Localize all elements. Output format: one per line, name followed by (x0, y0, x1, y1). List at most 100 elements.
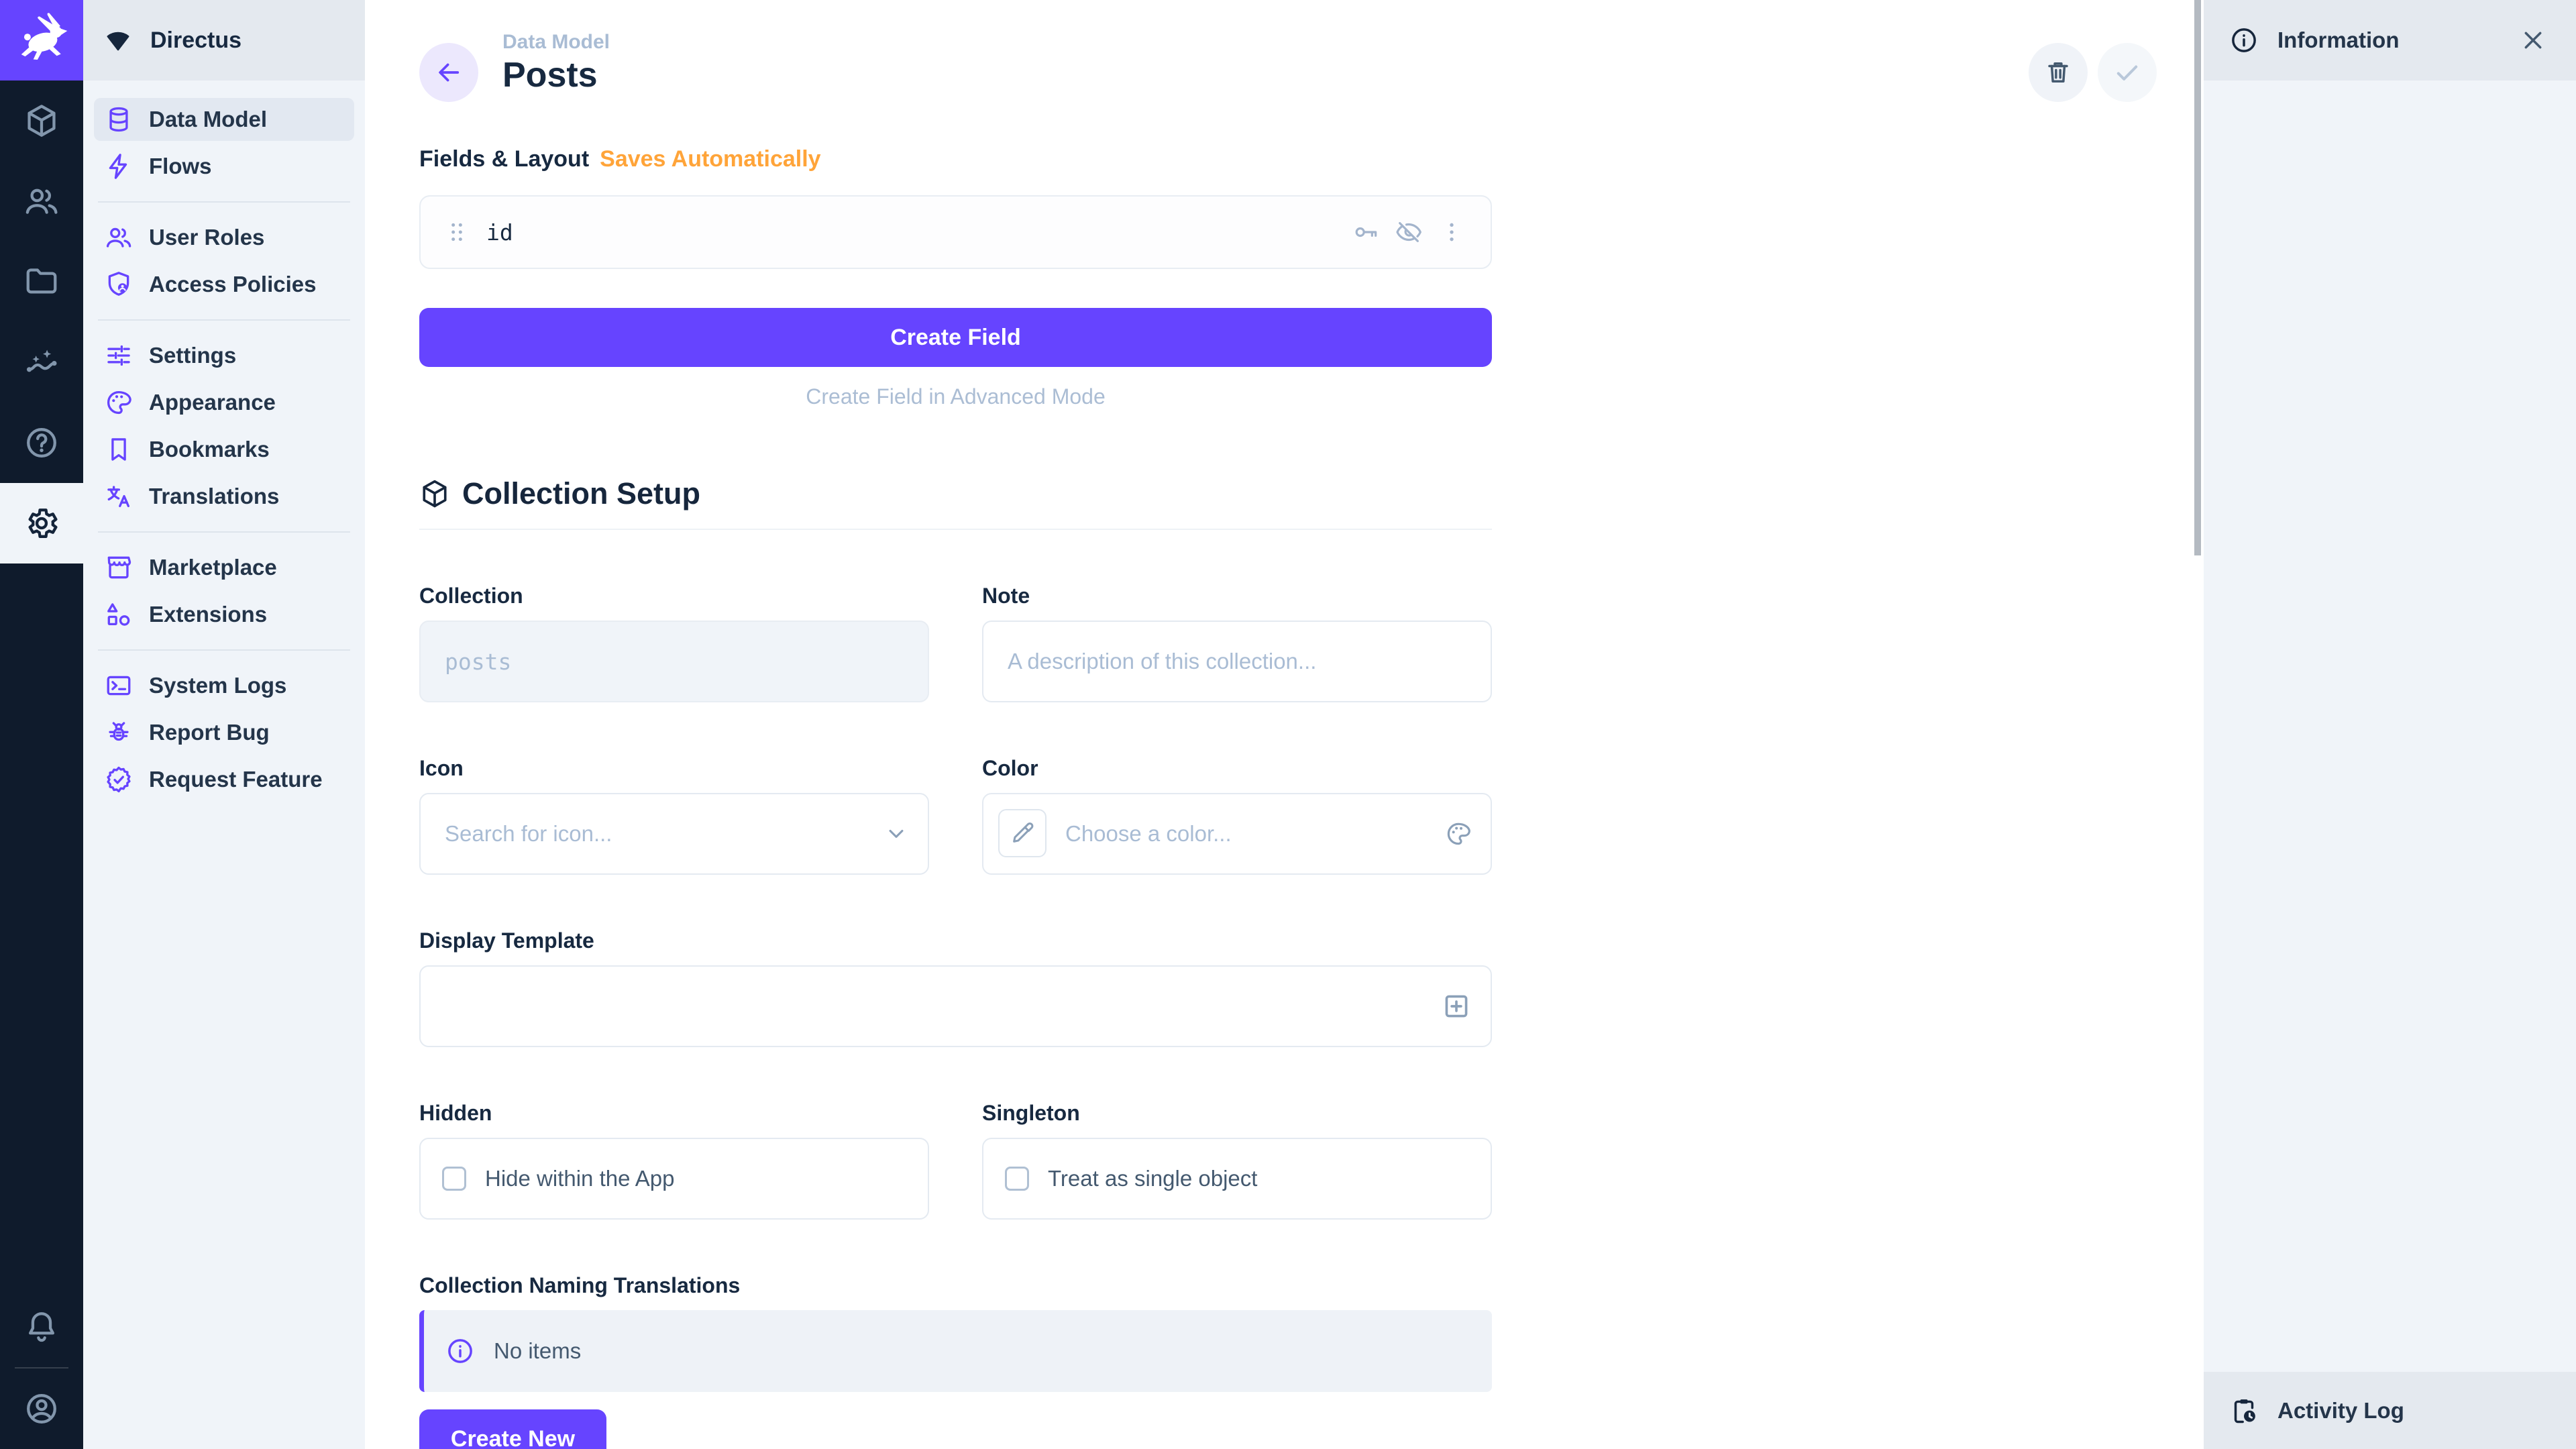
title-block: Data Model Posts (502, 31, 610, 102)
hidden-checkbox-row[interactable]: Hide within the App (419, 1138, 929, 1220)
info-icon (2229, 25, 2259, 55)
header-actions (2029, 43, 2157, 102)
hidden-checkbox[interactable] (442, 1167, 466, 1191)
project-fan-icon (103, 25, 133, 55)
help-icon (23, 425, 60, 461)
naming-translations-label: Collection Naming Translations (419, 1273, 1492, 1298)
sidebar-item-appearance[interactable]: Appearance (94, 381, 354, 424)
bolt-icon (105, 152, 133, 180)
fields-layout-label: Fields & Layout (419, 146, 589, 172)
module-bar-spacer (0, 564, 83, 1287)
hidden-label: Hidden (419, 1101, 929, 1126)
module-content[interactable] (0, 80, 83, 161)
sidebar-item-report-bug[interactable]: Report Bug (94, 711, 354, 754)
field-row-id[interactable]: id (419, 195, 1492, 269)
activity-log-bar[interactable]: Activity Log (2204, 1372, 2576, 1449)
singleton-label: Singleton (982, 1101, 1492, 1126)
color-swatch-button[interactable] (998, 809, 1046, 857)
palette-icon[interactable] (1445, 820, 1472, 847)
color-label: Color (982, 756, 1492, 781)
users-icon (105, 223, 133, 252)
display-template-input[interactable] (419, 965, 1492, 1047)
sidebar-item-label: Marketplace (149, 555, 277, 580)
collection-label: Collection (419, 584, 929, 608)
module-insights[interactable] (0, 322, 83, 402)
chevron-down-icon[interactable] (883, 821, 909, 847)
color-field-group: Color (982, 756, 1492, 875)
icon-select-input[interactable] (419, 793, 929, 875)
advanced-mode-link[interactable]: Create Field in Advanced Mode (419, 384, 1492, 409)
directus-logo[interactable] (0, 0, 83, 80)
module-user-directory[interactable] (0, 161, 83, 241)
settings-sidebar: Directus Data Model Flows User Roles Acc… (83, 0, 365, 1449)
module-settings[interactable] (0, 483, 83, 564)
sidebar-item-flows[interactable]: Flows (94, 145, 354, 188)
singleton-checkbox[interactable] (1005, 1167, 1029, 1191)
sidebar-item-system-logs[interactable]: System Logs (94, 664, 354, 707)
module-account[interactable] (0, 1368, 83, 1449)
module-file-library[interactable] (0, 241, 83, 322)
note-field-group: Note (982, 584, 1492, 702)
create-field-button[interactable]: Create Field (419, 308, 1492, 367)
sidebar-item-settings[interactable]: Settings (94, 334, 354, 377)
sidebar-divider (98, 319, 350, 321)
sidebar-item-label: Settings (149, 343, 236, 368)
collection-input (419, 621, 929, 702)
module-notifications[interactable] (0, 1287, 83, 1367)
sidebar-item-translations[interactable]: Translations (94, 475, 354, 518)
insights-icon (23, 344, 60, 380)
eye-off-icon (1395, 219, 1422, 246)
sidebar-divider (98, 649, 350, 651)
sidebar-item-request-feature[interactable]: Request Feature (94, 758, 354, 801)
sidebar-item-label: System Logs (149, 673, 286, 698)
fields-layout-heading: Fields & LayoutSaves Automatically (419, 146, 1492, 172)
sidebar-item-marketplace[interactable]: Marketplace (94, 546, 354, 589)
sidebar-item-label: Bookmarks (149, 437, 270, 462)
no-items-text: No items (494, 1338, 581, 1364)
delete-collection-button[interactable] (2029, 43, 2088, 102)
project-header[interactable]: Directus (83, 0, 365, 80)
sidebar-item-data-model[interactable]: Data Model (94, 98, 354, 141)
main-scrollbar[interactable] (2194, 0, 2201, 555)
module-help[interactable] (0, 402, 83, 483)
drag-handle-icon[interactable] (443, 219, 470, 246)
check-icon (2112, 58, 2142, 87)
directus-app: Directus Data Model Flows User Roles Acc… (0, 0, 2576, 1449)
box-icon (23, 103, 60, 139)
color-input[interactable] (982, 793, 1492, 875)
breadcrumb: Data Model (502, 31, 610, 54)
sidebar-item-label: Data Model (149, 107, 267, 132)
note-label: Note (982, 584, 1492, 608)
folder-icon (23, 264, 60, 300)
sidebar-item-label: User Roles (149, 225, 264, 250)
account-circle-icon (23, 1391, 60, 1427)
sidebar-item-access-policies[interactable]: Access Policies (94, 263, 354, 306)
information-title: Information (2277, 28, 2399, 53)
sidebar-item-label: Access Policies (149, 272, 317, 297)
right-panel: Information Activity Log (2204, 0, 2576, 1449)
bookmark-icon (105, 435, 133, 464)
sidebar-item-user-roles[interactable]: User Roles (94, 216, 354, 259)
tune-icon (105, 341, 133, 370)
activity-log-label: Activity Log (2277, 1398, 2404, 1424)
create-new-button[interactable]: Create New (419, 1409, 606, 1449)
note-input[interactable] (982, 621, 1492, 702)
gear-icon (23, 505, 60, 541)
singleton-checkbox-row[interactable]: Treat as single object (982, 1138, 1492, 1220)
icon-label: Icon (419, 756, 929, 781)
more-vert-icon[interactable] (1438, 219, 1465, 246)
sidebar-nav: Data Model Flows User Roles Access Polic… (83, 80, 365, 822)
box-icon (419, 478, 450, 509)
trash-icon (2044, 58, 2072, 87)
save-button[interactable] (2098, 43, 2157, 102)
form-row-collection-note: Collection Note (419, 584, 1492, 702)
sidebar-item-bookmarks[interactable]: Bookmarks (94, 428, 354, 471)
back-button[interactable] (419, 43, 478, 102)
add-box-icon[interactable] (1441, 991, 1472, 1022)
close-icon[interactable] (2520, 27, 2546, 54)
eyedropper-icon (1010, 820, 1035, 846)
singleton-checkbox-label: Treat as single object (1048, 1166, 1257, 1191)
module-bar (0, 0, 83, 1449)
sidebar-item-extensions[interactable]: Extensions (94, 593, 354, 636)
information-panel-header: Information (2204, 0, 2576, 80)
